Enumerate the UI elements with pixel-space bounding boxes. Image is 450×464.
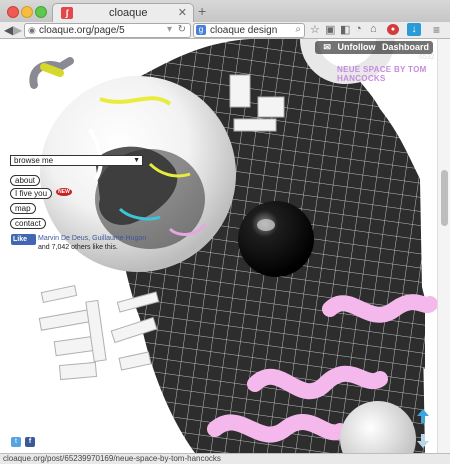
new-tab-button[interactable]: +	[198, 3, 206, 19]
facebook-like-button[interactable]: Like	[11, 234, 36, 245]
page-info-icon[interactable]: ◉	[28, 25, 36, 36]
forward-icon[interactable]: ▶	[13, 23, 22, 37]
search-bar[interactable]: g ⌕	[193, 23, 305, 38]
tab-title: cloaque	[109, 7, 148, 19]
facebook-others: and 7,042 others like this.	[38, 244, 118, 251]
reload-icon[interactable]: ↻	[178, 24, 186, 35]
url-bar[interactable]: ◉ ▾ ↻	[24, 23, 191, 38]
page-number: 6532	[419, 54, 435, 61]
feed-icon[interactable]: ◔	[355, 23, 362, 35]
chevron-down-icon: ▼	[133, 157, 140, 164]
page-content: ✉ Unfollow Dashboard 6532 NEUE SPACE BY …	[0, 39, 437, 453]
adblock-icon[interactable]: ●	[387, 24, 399, 35]
arrow-down-icon[interactable]	[417, 434, 429, 448]
clipboard-icon[interactable]: ▣	[325, 23, 335, 36]
dashboard-button[interactable]: Dashboard	[382, 42, 429, 52]
facebook-icon[interactable]: f	[25, 437, 35, 447]
facebook-friends[interactable]: Marvin De Deus, Guillaume Hugon	[38, 234, 158, 243]
menu-contact[interactable]: contact	[10, 218, 46, 229]
twitter-icon[interactable]: t	[11, 437, 21, 447]
new-badge: NEW	[56, 188, 72, 196]
menu-i-five-you[interactable]: I five you	[10, 188, 53, 199]
window-zoom-button[interactable]	[35, 6, 47, 18]
pocket-icon[interactable]: ◧	[340, 23, 350, 36]
search-engine-icon[interactable]: g	[196, 25, 206, 35]
scrollbar-thumb[interactable]	[441, 170, 448, 226]
facebook-like-label: Like	[13, 236, 28, 243]
mail-icon[interactable]: ✉	[323, 42, 331, 52]
url-input[interactable]	[39, 24, 159, 37]
download-icon[interactable]: ↓	[407, 23, 421, 36]
facebook-like-count: Marvin De Deus, Guillaume Hugon and 7,04…	[38, 234, 158, 252]
menu-icon[interactable]: ≡	[433, 23, 440, 37]
favicon-icon: ʃ	[61, 7, 73, 19]
tumblr-controls: ✉ Unfollow Dashboard	[315, 41, 433, 54]
menu-about[interactable]: about	[10, 175, 41, 186]
scrollbar[interactable]	[437, 39, 450, 453]
toolbar: ◀ ▶ ◉ ▾ ↻ g ⌕ ☆ ▣ ◧ ◔ ⌂ ● ↓ ≡	[0, 22, 450, 39]
back-icon[interactable]: ◀	[4, 23, 13, 37]
menu-map[interactable]: map	[10, 203, 36, 214]
browse-select-label: browse me	[14, 156, 54, 165]
window-minimize-button[interactable]	[21, 6, 33, 18]
home-icon[interactable]: ⌂	[370, 23, 377, 35]
tab-cloaque[interactable]: ʃ cloaque ✕	[52, 3, 194, 23]
post-title[interactable]: NEUE SPACE BY TOM HANCOCKS	[337, 65, 437, 83]
bookmark-dropdown-icon[interactable]: ▾	[167, 24, 172, 35]
tab-close-icon[interactable]: ✕	[178, 6, 187, 19]
arrow-up-icon[interactable]	[417, 409, 429, 423]
browse-select[interactable]: browse me ▼	[10, 155, 143, 166]
window-close-button[interactable]	[7, 6, 19, 18]
status-url: cloaque.org/post/65239970169/neue-space-…	[3, 454, 221, 463]
search-input[interactable]	[210, 24, 284, 37]
search-icon[interactable]: ⌕	[295, 24, 301, 35]
status-bar: cloaque.org/post/65239970169/neue-space-…	[0, 453, 450, 464]
tab-bar: ʃ cloaque ✕ +	[0, 0, 450, 23]
star-icon[interactable]: ☆	[310, 23, 320, 36]
unfollow-button[interactable]: Unfollow	[337, 42, 375, 52]
